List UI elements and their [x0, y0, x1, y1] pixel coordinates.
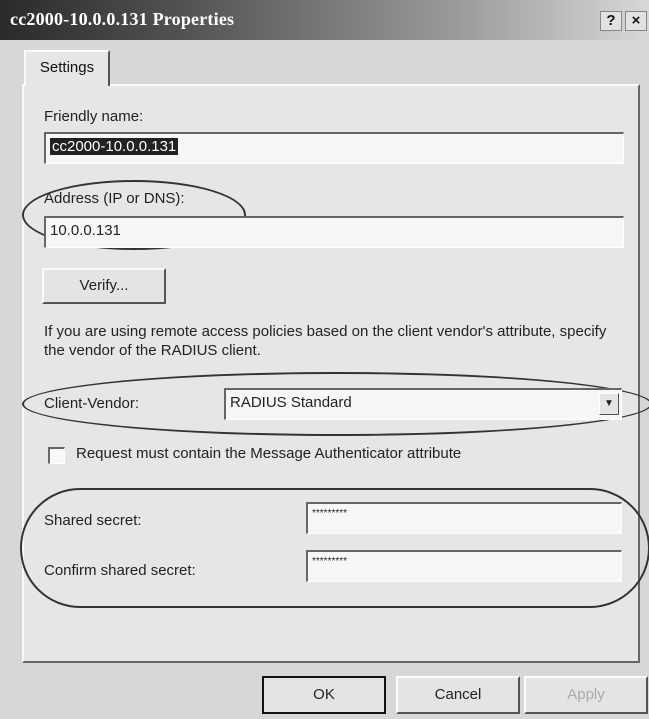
chevron-down-icon[interactable]: ▼: [599, 393, 619, 415]
vendor-help-text: If you are using remote access policies …: [44, 323, 607, 359]
confirm-secret-field[interactable]: *********: [306, 550, 622, 582]
cancel-button[interactable]: Cancel: [396, 676, 520, 714]
shared-secret-label: Shared secret:: [44, 512, 142, 529]
title-bar: cc2000-10.0.0.131 Properties ? ×: [0, 0, 649, 40]
apply-button[interactable]: Apply: [524, 676, 648, 714]
window-title: cc2000-10.0.0.131 Properties: [10, 9, 235, 29]
verify-button[interactable]: Verify...: [42, 268, 166, 304]
authenticator-checkbox[interactable]: [48, 447, 65, 464]
address-field[interactable]: 10.0.0.131: [44, 216, 624, 248]
friendly-name-field[interactable]: cc2000-10.0.0.131: [44, 132, 624, 164]
authenticator-checkbox-label: Request must contain the Message Authent…: [76, 445, 462, 462]
shared-secret-field[interactable]: *********: [306, 502, 622, 534]
tab-settings[interactable]: Settings: [24, 50, 110, 86]
client-vendor-select[interactable]: RADIUS Standard ▼: [224, 388, 622, 420]
help-button[interactable]: ?: [600, 11, 622, 31]
client-vendor-label: Client-Vendor:: [44, 395, 140, 412]
friendly-name-label: Friendly name:: [44, 108, 144, 125]
friendly-name-value: cc2000-10.0.0.131: [50, 138, 179, 155]
address-label: Address (IP or DNS):: [44, 190, 185, 207]
client-vendor-value: RADIUS Standard: [230, 394, 352, 411]
confirm-secret-label: Confirm shared secret:: [44, 562, 196, 579]
ok-button[interactable]: OK: [262, 676, 386, 714]
close-button[interactable]: ×: [625, 11, 647, 31]
